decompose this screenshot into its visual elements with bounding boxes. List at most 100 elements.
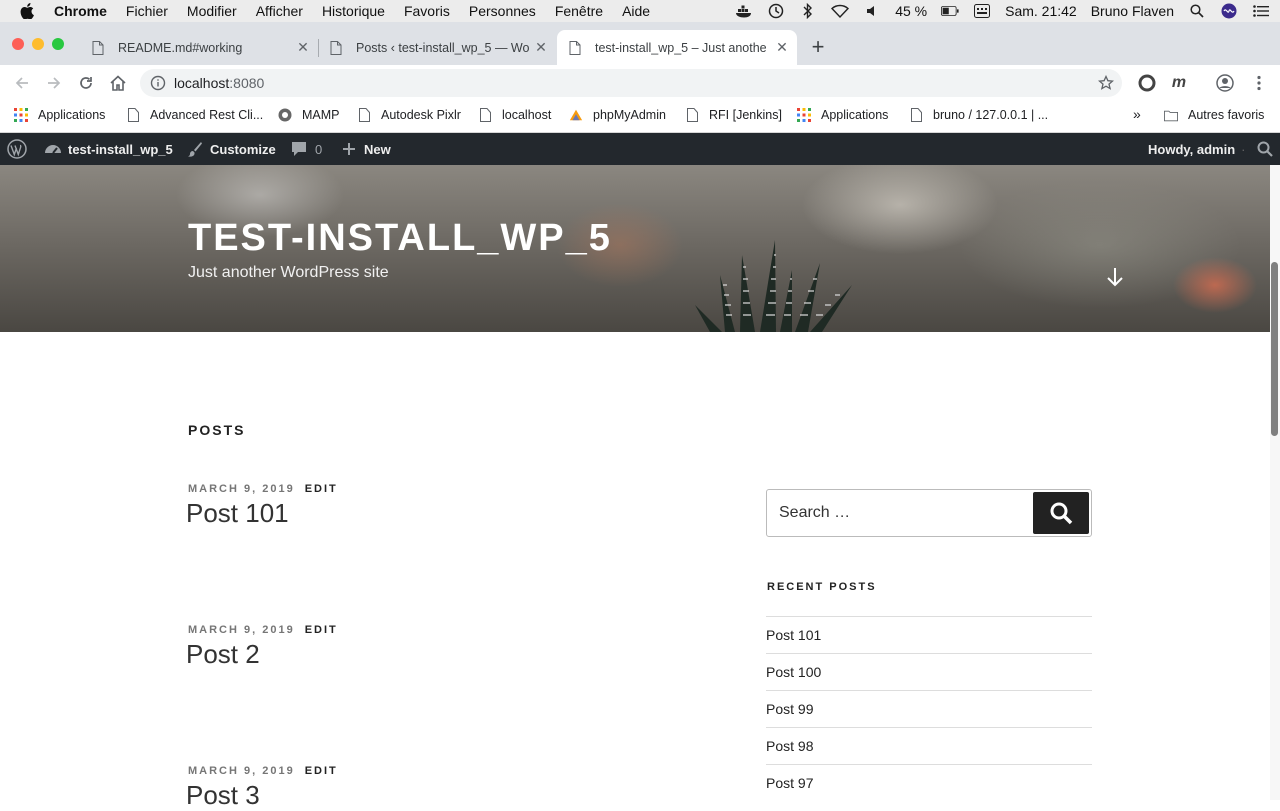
bookmark-label: phpMyAdmin: [593, 108, 666, 122]
menu-favoris[interactable]: Favoris: [404, 3, 450, 19]
site-title[interactable]: TEST-INSTALL_WP_5: [188, 217, 612, 260]
plus-icon: [339, 139, 359, 159]
menu-fenetre[interactable]: Fenêtre: [555, 3, 603, 19]
comment-bubble-icon: [289, 139, 309, 159]
forward-button[interactable]: [44, 73, 64, 93]
scroll-down-arrow-icon[interactable]: [1105, 265, 1125, 289]
bookmark-localhost[interactable]: localhost: [478, 108, 551, 122]
back-button[interactable]: [12, 73, 32, 93]
bookmark-rfi-jenkins[interactable]: RFI [Jenkins]: [685, 108, 782, 122]
bookmark-label: Autres favoris: [1188, 108, 1265, 122]
adminbar-comments[interactable]: 0: [289, 133, 322, 165]
menu-afficher[interactable]: Afficher: [256, 3, 303, 19]
bookmark-phpmyadmin[interactable]: phpMyAdmin: [569, 108, 666, 122]
bookmark-mamp[interactable]: MAMP: [278, 108, 340, 122]
adminbar-customize[interactable]: Customize: [185, 133, 276, 165]
post-title-link[interactable]: Post 101: [186, 498, 708, 529]
wordpress-logo-icon: [7, 139, 27, 159]
bookmark-autodesk-pixlr[interactable]: Autodesk Pixlr: [357, 108, 461, 122]
search-submit-button[interactable]: [1033, 492, 1089, 534]
new-tab-button[interactable]: +: [808, 36, 828, 58]
address-bar[interactable]: localhost:8080: [140, 69, 1122, 97]
post-title-link[interactable]: Post 3: [186, 780, 708, 811]
input-source-icon[interactable]: [973, 3, 991, 19]
close-tab-icon[interactable]: ✕: [534, 39, 548, 55]
reload-button[interactable]: [76, 73, 96, 93]
extension-circle-icon[interactable]: [1138, 74, 1156, 92]
macos-menu-bar: Chrome Fichier Modifier Afficher Histori…: [0, 0, 1280, 22]
site-info-icon[interactable]: [150, 75, 166, 91]
close-tab-icon[interactable]: ✕: [775, 39, 789, 55]
profile-icon[interactable]: [1216, 74, 1234, 92]
recent-post-link[interactable]: Post 98: [766, 727, 1092, 764]
post-date-link[interactable]: MARCH 9, 2019: [188, 624, 295, 636]
tab-readme[interactable]: README.md#working ✕: [80, 30, 318, 65]
recent-posts-title: RECENT POSTS: [767, 581, 877, 593]
menu-modifier[interactable]: Modifier: [187, 3, 237, 19]
bookmark-label: localhost: [502, 108, 552, 122]
browser-toolbar: localhost:8080 m: [0, 65, 1280, 101]
notification-center-icon[interactable]: [1252, 3, 1270, 19]
page-scrollbar-track[interactable]: [1270, 165, 1280, 800]
page-scrollbar-thumb[interactable]: [1271, 262, 1278, 436]
adminbar-new[interactable]: New: [339, 133, 391, 165]
siri-icon[interactable]: [1220, 3, 1238, 19]
menu-aide[interactable]: Aide: [622, 3, 650, 19]
post-title-link[interactable]: Post 2: [186, 639, 708, 670]
zoom-window-button[interactable]: [52, 38, 64, 50]
bookmark-label: Autodesk Pixlr: [381, 108, 461, 122]
home-button[interactable]: [108, 73, 128, 93]
menu-app-chrome[interactable]: Chrome: [54, 3, 107, 19]
close-tab-icon[interactable]: ✕: [296, 39, 310, 55]
search-input[interactable]: Search …: [779, 504, 850, 522]
tab-posts[interactable]: Posts ‹ test-install_wp_5 — Wo ✕: [318, 30, 556, 65]
recent-post-link[interactable]: Post 100: [766, 653, 1092, 690]
menu-historique[interactable]: Historique: [322, 3, 385, 19]
bookmark-bruno-127[interactable]: bruno / 127.0.0.1 | ...: [909, 108, 1048, 122]
dashboard-gauge-icon: [43, 139, 63, 159]
chrome-menu-icon[interactable]: [1250, 74, 1268, 92]
post-date-link[interactable]: MARCH 9, 2019: [188, 765, 295, 777]
wifi-icon[interactable]: [831, 3, 850, 19]
bookmark-star-icon[interactable]: [1098, 75, 1114, 91]
paintbrush-icon: [185, 139, 205, 159]
post-meta: MARCH 9, 2019 EDIT: [188, 483, 708, 495]
post-edit-link[interactable]: EDIT: [305, 624, 338, 636]
adminbar-separator: ·: [1241, 141, 1246, 157]
bookmark-applications-2[interactable]: Applications: [797, 108, 888, 122]
minimize-window-button[interactable]: [32, 38, 44, 50]
apple-icon[interactable]: [20, 3, 34, 19]
extension-m-icon[interactable]: m: [1170, 74, 1188, 92]
post-date-link[interactable]: MARCH 9, 2019: [188, 483, 295, 495]
post-edit-link[interactable]: EDIT: [305, 765, 338, 777]
adminbar-site-name[interactable]: test-install_wp_5: [43, 133, 173, 165]
menu-clock[interactable]: Sam. 21:42: [1005, 3, 1077, 19]
menu-personnes[interactable]: Personnes: [469, 3, 536, 19]
bookmark-label: Applications: [38, 108, 106, 122]
bookmark-applications[interactable]: Applications: [14, 108, 105, 122]
wp-logo-menu[interactable]: [7, 133, 32, 165]
recent-post-link[interactable]: Post 101: [766, 616, 1092, 653]
volume-icon[interactable]: [863, 3, 881, 19]
bookmark-other-favorites[interactable]: Autres favoris: [1164, 108, 1264, 122]
page-icon: [569, 40, 581, 55]
menu-fichier[interactable]: Fichier: [126, 3, 168, 19]
spotlight-search-icon[interactable]: [1188, 3, 1206, 19]
bluetooth-icon[interactable]: [799, 3, 817, 19]
bookmarks-overflow-button[interactable]: »: [1133, 106, 1141, 122]
tab-active-site[interactable]: test-install_wp_5 – Just anothe ✕: [557, 30, 797, 65]
bookmark-advanced-rest[interactable]: Advanced Rest Cli...: [126, 108, 263, 122]
menu-user[interactable]: Bruno Flaven: [1091, 3, 1174, 19]
search-icon: [1255, 139, 1275, 159]
close-window-button[interactable]: [12, 38, 24, 50]
time-machine-icon[interactable]: [767, 3, 785, 19]
page-icon: [92, 40, 104, 55]
docker-icon[interactable]: [735, 3, 753, 19]
adminbar-search[interactable]: [1255, 133, 1280, 165]
adminbar-my-account[interactable]: Howdy, admin ·: [1148, 133, 1246, 165]
bookmarks-bar: Applications Advanced Rest Cli... MAMP A…: [0, 101, 1280, 133]
battery-icon[interactable]: [941, 3, 959, 19]
recent-post-link[interactable]: Post 97: [766, 764, 1092, 801]
post-edit-link[interactable]: EDIT: [305, 483, 338, 495]
recent-post-link[interactable]: Post 99: [766, 690, 1092, 727]
